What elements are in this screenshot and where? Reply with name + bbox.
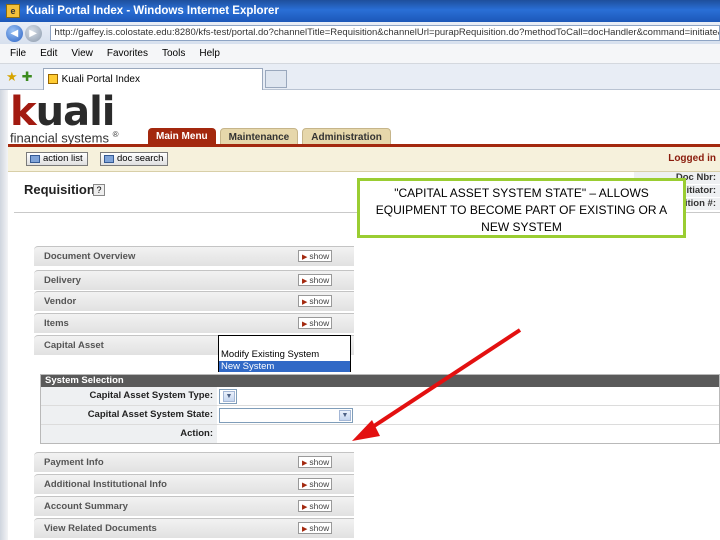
arrow-shaft bbox=[366, 328, 522, 432]
annotation-arrow-icon bbox=[352, 328, 522, 441]
